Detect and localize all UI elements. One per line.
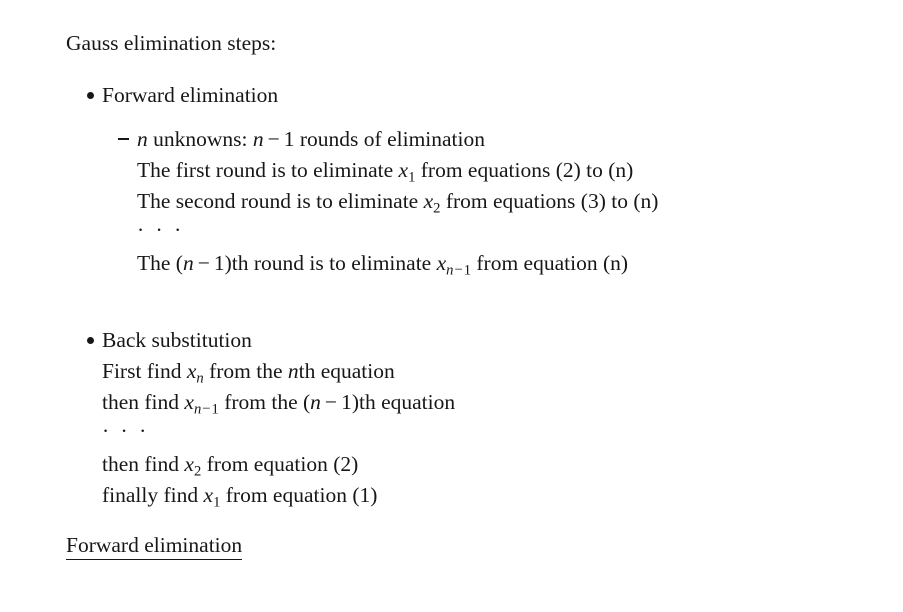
text-finally-find-post: from equation (1) <box>220 483 378 507</box>
line-second-round: The second round is to eliminate x2 from… <box>118 186 658 217</box>
line-ellipsis-forward: · · · <box>118 217 658 248</box>
text-second-round-post: from equations (3) to (n) <box>440 189 659 213</box>
operator-minus-paren-then-find: − <box>324 390 338 414</box>
text-then-find-post: )th equation <box>351 390 456 414</box>
text-first-find-mid: from the <box>203 359 288 383</box>
operator-minus-rounds: − <box>267 127 280 151</box>
subscript-n-minus-one-then-find: n−1 <box>194 401 219 417</box>
subscript-operator-minus-last-round: − <box>454 262 463 279</box>
line-then-find-x2: then find x2 from equation (2) <box>87 449 455 480</box>
subscript-number-one-last-round: 1 <box>463 262 472 279</box>
section-heading-forward-elimination: Forward elimination <box>66 530 243 560</box>
operator-minus-paren-last-round: − <box>197 251 210 275</box>
text-first-find-post: th equation <box>298 359 395 383</box>
text-second-round-pre: The second round is to eliminate <box>137 189 424 213</box>
text-then-find-mid: from the ( <box>218 390 311 414</box>
forward-elimination-details: n unknowns: n −1 rounds of elimination Th… <box>118 124 658 279</box>
var-x-second-round: x <box>423 189 434 213</box>
text-last-round-mid: )th round is to eliminate <box>224 251 437 275</box>
line-last-round: The (n −1)th round is to eliminate xn−1 f… <box>118 248 658 279</box>
text-first-find-pre: First find <box>102 359 187 383</box>
var-x-then-find: x <box>184 390 194 414</box>
bullet-disc-icon <box>87 337 94 344</box>
var-x-first-find: x <box>186 359 197 383</box>
ellipsis-back: · · · <box>102 419 150 443</box>
text-rounds-of-elimination: rounds of elimination <box>294 127 486 151</box>
bullet-disc-icon <box>87 92 94 99</box>
subscript-var-n-first-find: n <box>196 370 204 387</box>
text-then-find-pre: then find <box>102 390 185 414</box>
section-heading-text: Forward elimination <box>66 533 243 560</box>
back-substitution-block: Back substitution First find xn from the… <box>87 325 455 511</box>
line-finally-find-x1: finally find x1 from equation (1) <box>87 480 455 511</box>
bullet-label-back-substitution: Back substitution <box>102 328 252 352</box>
text-first-round-post: from equations (2) to (n) <box>415 158 634 182</box>
var-n-expr: n <box>252 127 264 151</box>
text-unknowns-label: unknowns: <box>147 127 253 151</box>
forward-elimination-block: Forward elimination <box>87 80 278 111</box>
subscript-n-first-find: n <box>196 370 203 386</box>
text-then-find-x2-pre: then find <box>102 452 185 476</box>
text-first-round-pre: The first round is to eliminate <box>137 158 399 182</box>
text-finally-find-pre: finally find <box>102 483 204 507</box>
line-first-round: The first round is to eliminate x1 from … <box>118 155 658 186</box>
dash-item-unknowns: n unknowns: n −1 rounds of elimination <box>118 124 658 155</box>
dash-marker-icon <box>118 138 129 140</box>
var-x-last-round: x <box>436 251 447 275</box>
line-first-find: First find xn from the nth equation <box>87 356 455 387</box>
var-n-ordinal-first-find: n <box>287 359 299 383</box>
var-n-paren-then-find: n <box>310 390 321 414</box>
bullet-label-forward-elimination: Forward elimination <box>102 83 279 107</box>
slide-canvas: Gauss elimination steps: Forward elimina… <box>0 0 903 612</box>
subscript-operator-minus-then-find: − <box>202 401 211 418</box>
ellipsis-forward: · · · <box>137 218 185 242</box>
text-then-find-x2-post: from equation (2) <box>201 452 359 476</box>
line-ellipsis-back: · · · <box>87 418 455 449</box>
number-one-paren-last-round: 1 <box>213 251 225 275</box>
bullet-item-back-substitution: Back substitution <box>87 325 455 356</box>
var-x-finally-find: x <box>203 483 214 507</box>
subscript-n-minus-one-last-round: n−1 <box>446 262 471 278</box>
intro-text: Gauss elimination steps: <box>66 31 277 55</box>
var-n-paren-last-round: n <box>182 251 194 275</box>
number-one-paren-then-find: 1 <box>341 390 352 414</box>
var-x-then-find-x2: x <box>184 452 194 476</box>
subscript-number-one-then-find: 1 <box>211 401 219 418</box>
line-then-find-n-minus-one: then find xn−1 from the (n −1)th equation <box>87 387 455 418</box>
text-last-round-post: from equation (n) <box>471 251 629 275</box>
bullet-item-forward-elimination: Forward elimination <box>87 80 278 111</box>
var-n-unknowns: n <box>137 127 148 151</box>
var-x-first-round: x <box>398 158 409 182</box>
number-one-rounds: 1 <box>283 127 295 151</box>
text-last-round-pre: The ( <box>137 251 183 275</box>
